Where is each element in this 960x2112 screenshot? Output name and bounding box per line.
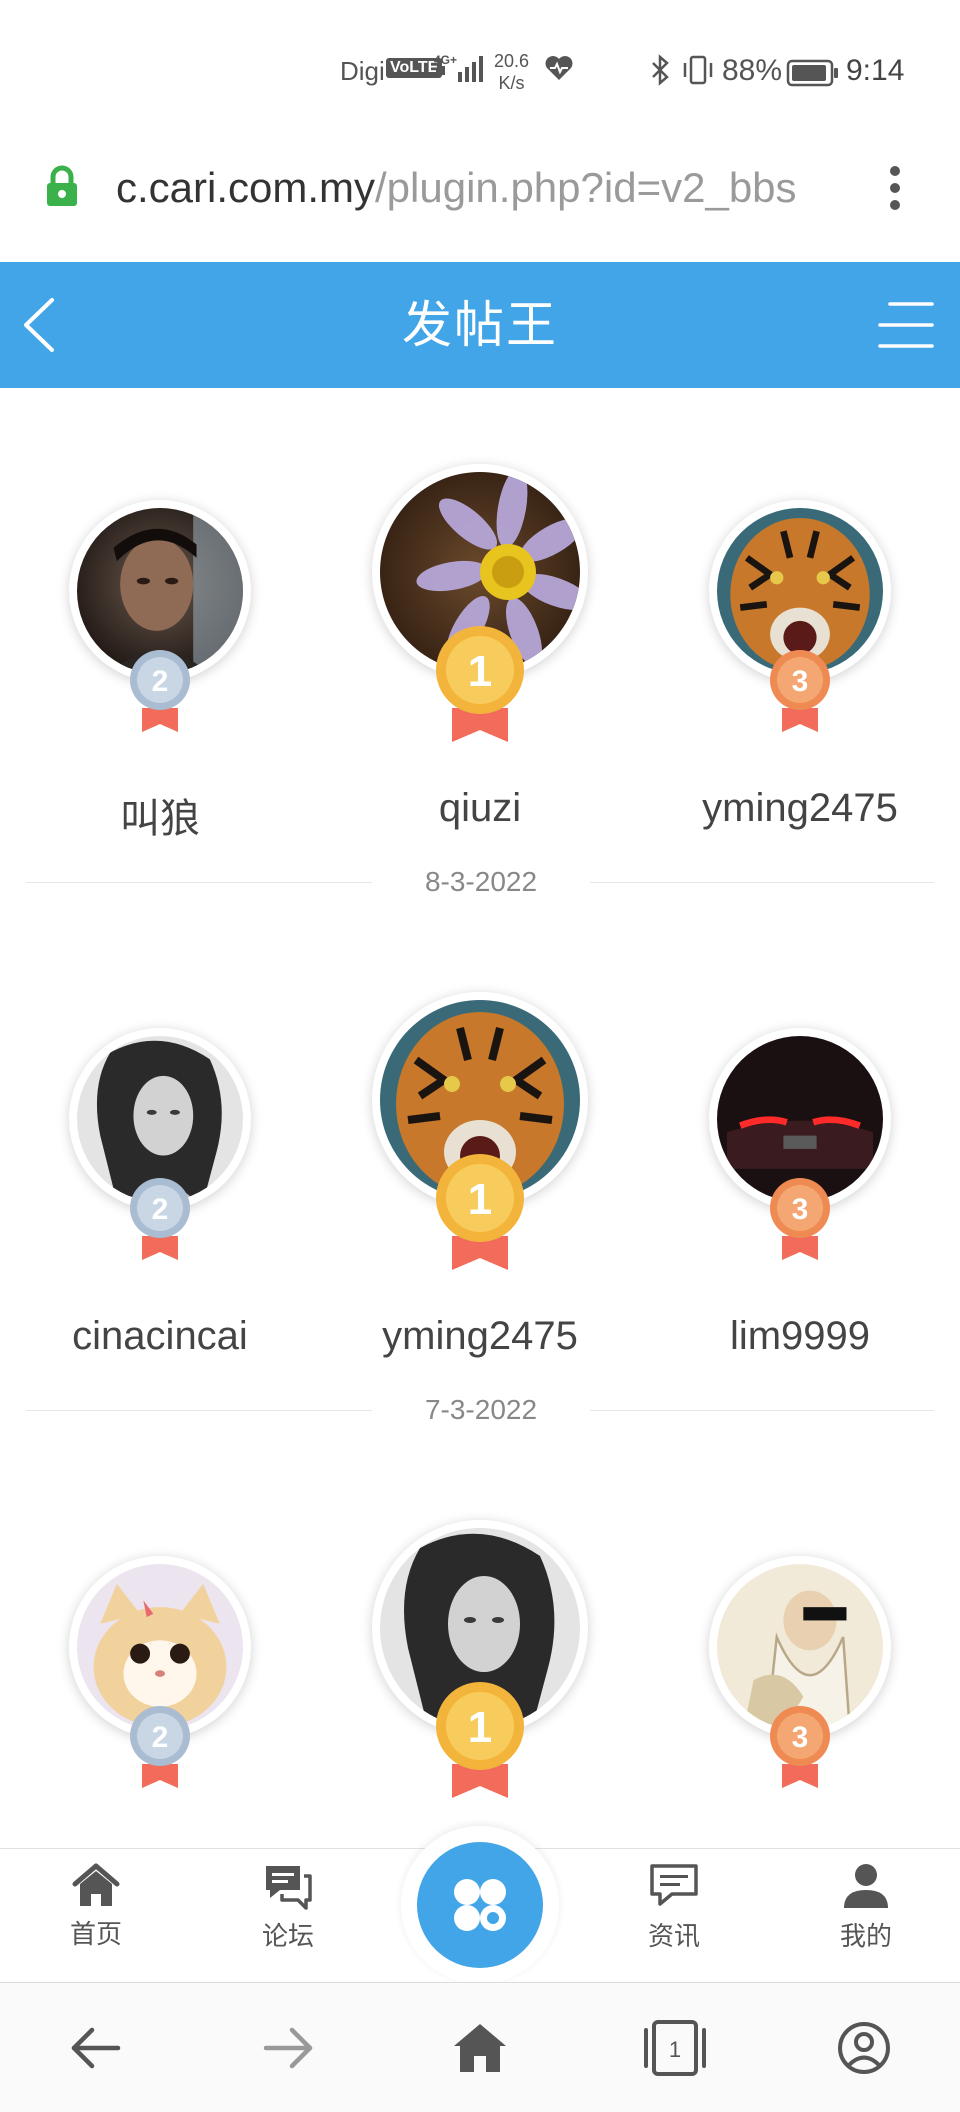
account-circle-icon	[838, 2022, 890, 2074]
gold-medal-icon: 1	[436, 1682, 524, 1798]
rank-3-entry[interactable]: 3	[640, 1444, 960, 1844]
health-heart-icon	[544, 54, 574, 87]
network-speed: 20.6 K/s	[494, 50, 529, 94]
forum-chat-icon	[266, 1866, 312, 1910]
rank-3-entry[interactable]: 3 yming2475	[640, 388, 960, 830]
silver-medal-icon: 2	[130, 650, 190, 732]
bronze-medal-icon: 3	[770, 1178, 830, 1260]
nav-home-label: 首页	[69, 1920, 122, 1950]
silver-medal-icon: 2	[130, 1706, 190, 1788]
rank-1-entry[interactable]: 1	[320, 1444, 640, 1844]
silver-medal-icon: 2	[130, 1178, 190, 1260]
home-icon	[72, 1863, 120, 1906]
browser-account-button[interactable]	[834, 2020, 894, 2076]
nav-news[interactable]: 资讯	[614, 1862, 734, 1972]
signal-icon: 4G+	[434, 52, 486, 91]
vibrate-icon	[680, 54, 716, 91]
battery-percent: 88%	[722, 54, 783, 87]
rank-badge: 1	[468, 647, 492, 696]
nav-center-button[interactable]	[401, 1826, 559, 1984]
browser-back-button[interactable]	[66, 2020, 126, 2076]
rank-badge: 1	[468, 1703, 492, 1752]
rank-3-entry[interactable]: 3 lim9999	[640, 916, 960, 1358]
news-chat-icon	[650, 1864, 698, 1906]
rank-badge: 3	[792, 1193, 809, 1226]
nav-forum-label: 论坛	[261, 1922, 314, 1952]
date-label: 7-3-2022	[424, 1394, 538, 1425]
ranking-group: 2 1 3	[0, 1444, 960, 1848]
lock-icon	[44, 164, 80, 212]
date-label: 8-3-2022	[424, 866, 538, 897]
network-type-label: 4G+	[434, 53, 457, 67]
back-arrow-icon[interactable]	[18, 292, 62, 358]
username[interactable]: 叫狼	[0, 786, 320, 844]
speed-value: 20.6	[494, 51, 530, 71]
menu-icon[interactable]	[874, 298, 934, 352]
rank-badge: 2	[152, 665, 169, 698]
bronze-medal-icon: 3	[770, 1706, 830, 1788]
bluetooth-icon	[650, 54, 672, 91]
carrier-label: Digi	[340, 56, 385, 86]
username[interactable]: qiuzi	[320, 786, 640, 831]
nav-mine[interactable]: 我的	[806, 1862, 926, 1972]
username[interactable]: lim9999	[640, 1314, 960, 1359]
nav-home[interactable]: 首页	[36, 1862, 156, 1972]
rank-1-entry[interactable]: 1 qiuzi	[320, 388, 640, 830]
tab-count: 1	[669, 2037, 681, 2062]
browser-tabs-button[interactable]: 1	[640, 2020, 706, 2076]
arrow-right-icon	[263, 2027, 313, 2069]
more-options-icon[interactable]	[880, 164, 910, 212]
date-divider: 7-3-2022	[26, 1390, 934, 1430]
rank-2-entry[interactable]: 2 cinacincai	[0, 916, 320, 1358]
nav-forum[interactable]: 论坛	[228, 1862, 348, 1972]
url-path: /plugin.php?id=v2_bbs	[375, 164, 797, 211]
url-domain: c.cari.com.my	[116, 164, 376, 211]
rank-badge: 2	[152, 1193, 169, 1226]
rank-2-entry[interactable]: 2 叫狼	[0, 388, 320, 841]
ranking-list[interactable]: 2 叫狼 1 qiuzi 3 yming2475 8-3-2022 2 cina…	[0, 388, 960, 1848]
rank-2-entry[interactable]: 2	[0, 1444, 320, 1844]
nav-mine-label: 我的	[839, 1922, 892, 1952]
browser-home-button[interactable]	[450, 2020, 510, 2076]
home-icon	[454, 2024, 506, 2072]
tabs-icon: 1	[644, 2020, 706, 2076]
status-bar: Digi VoLTE 4G+ 20.6 K/s 88% 9:14	[0, 0, 960, 140]
rank-badge: 3	[792, 1721, 809, 1754]
apps-clover-icon	[454, 1879, 506, 1931]
clock-time: 9:14	[846, 54, 905, 87]
username[interactable]: cinacincai	[0, 1314, 320, 1359]
gold-medal-icon: 1	[436, 1154, 524, 1270]
arrow-left-icon	[71, 2027, 121, 2069]
speed-unit: K/s	[498, 73, 525, 93]
user-profile-icon	[844, 1864, 888, 1908]
username[interactable]: yming2475	[320, 1314, 640, 1359]
date-divider: 8-3-2022	[26, 862, 934, 902]
page-title: 发帖王	[402, 296, 558, 354]
battery-icon	[786, 58, 840, 93]
rank-badge: 3	[792, 665, 809, 698]
username[interactable]: yming2475	[640, 786, 960, 831]
rank-badge: 2	[152, 1721, 169, 1754]
browser-forward-button[interactable]	[258, 2020, 318, 2076]
ranking-group: 2 叫狼 1 qiuzi 3 yming2475 8-3-2022	[0, 388, 960, 916]
gold-medal-icon: 1	[436, 626, 524, 742]
bronze-medal-icon: 3	[770, 650, 830, 732]
ranking-group: 2 cinacincai 1 yming2475 3 lim9999 7-3-2…	[0, 916, 960, 1444]
url-address[interactable]: c.cari.com.my/plugin.php?id=v2_bbs	[116, 164, 846, 212]
rank-1-entry[interactable]: 1 yming2475	[320, 916, 640, 1358]
rank-badge: 1	[468, 1175, 492, 1224]
nav-news-label: 资讯	[647, 1922, 700, 1952]
